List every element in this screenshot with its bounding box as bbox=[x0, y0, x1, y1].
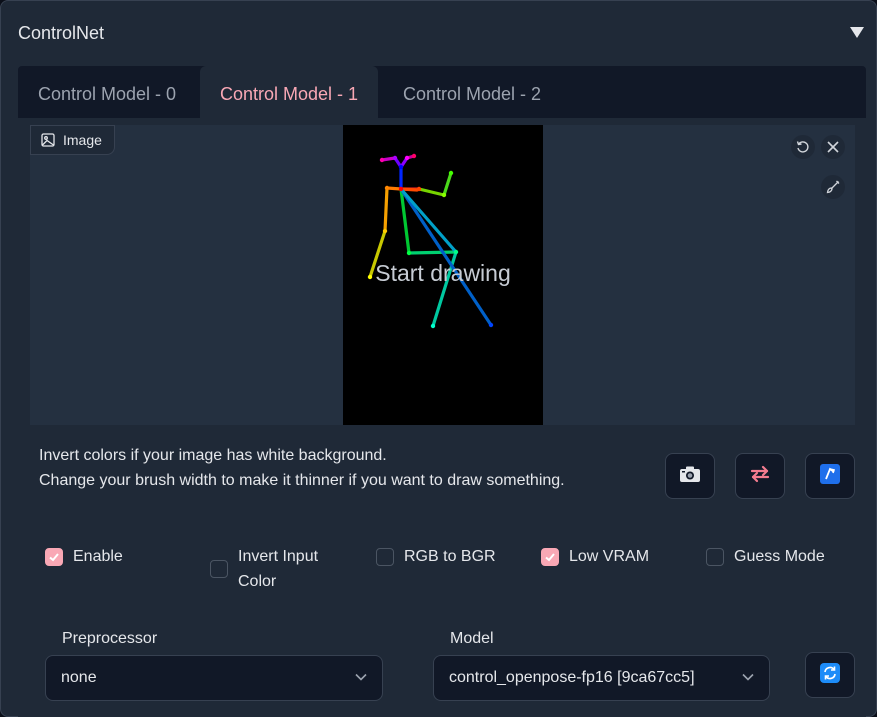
checkbox-checked-icon[interactable] bbox=[541, 548, 559, 566]
help-text: Invert colors if your image has white ba… bbox=[39, 443, 565, 493]
swap-arrows-icon bbox=[750, 465, 770, 488]
tab-content: Image Start drawing Invert colors if you… bbox=[18, 118, 866, 717]
enable-checkbox[interactable]: Enable bbox=[45, 546, 123, 569]
chevron-down-icon bbox=[354, 669, 368, 687]
tab-bar: Control Model - 0 Control Model - 1 Cont… bbox=[18, 66, 866, 118]
rgb-to-bgr-checkbox[interactable]: RGB to BGR bbox=[376, 546, 496, 569]
send-dimensions-icon bbox=[820, 463, 840, 489]
invert-input-color-checkbox[interactable]: Invert Input Color bbox=[210, 546, 350, 594]
tab-control-model-0[interactable]: Control Model - 0 bbox=[18, 66, 196, 118]
controlnet-body: Control Model - 0 Control Model - 1 Cont… bbox=[18, 66, 866, 717]
chevron-down-icon bbox=[741, 669, 755, 687]
invert-input-color-label: Invert Input Color bbox=[238, 548, 319, 590]
help-line-2: Change your brush width to make it thinn… bbox=[39, 472, 565, 489]
preprocessor-label: Preprocessor bbox=[62, 630, 158, 647]
checkbox-unchecked-icon[interactable] bbox=[210, 560, 228, 578]
checkbox-unchecked-icon[interactable] bbox=[706, 548, 724, 566]
refresh-icon bbox=[820, 662, 840, 688]
guess-mode-label: Guess Mode bbox=[734, 548, 825, 565]
preprocessor-value: none bbox=[61, 669, 97, 686]
options-row: Enable Invert Input Color RGB to BGR Low… bbox=[18, 546, 866, 606]
image-badge-label: Image bbox=[63, 132, 102, 148]
checkbox-checked-icon[interactable] bbox=[45, 548, 63, 566]
accordion-title[interactable]: ControlNet bbox=[18, 23, 104, 44]
sketch-canvas[interactable]: Start drawing bbox=[343, 125, 543, 425]
tab-control-model-1[interactable]: Control Model - 1 bbox=[200, 66, 379, 118]
camera-icon bbox=[679, 465, 701, 488]
close-icon[interactable] bbox=[821, 135, 845, 159]
model-dropdown[interactable]: control_openpose-fp16 [9ca67cc5] bbox=[433, 655, 770, 701]
webcam-button[interactable] bbox=[665, 453, 715, 499]
refresh-models-button[interactable] bbox=[805, 652, 855, 698]
low-vram-checkbox[interactable]: Low VRAM bbox=[541, 546, 649, 569]
collapse-triangle-icon[interactable] bbox=[850, 25, 864, 39]
model-value: control_openpose-fp16 [9ca67cc5] bbox=[449, 669, 695, 686]
undo-icon[interactable] bbox=[791, 135, 815, 159]
guess-mode-checkbox[interactable]: Guess Mode bbox=[706, 546, 825, 569]
mirror-webcam-button[interactable] bbox=[735, 453, 785, 499]
low-vram-label: Low VRAM bbox=[569, 548, 650, 565]
preprocessor-dropdown[interactable]: none bbox=[45, 655, 383, 701]
controlnet-panel: ControlNet Control Model - 0 Control Mod… bbox=[0, 0, 877, 717]
checkbox-unchecked-icon[interactable] bbox=[376, 548, 394, 566]
image-input-area[interactable]: Image Start drawing bbox=[30, 125, 855, 425]
brush-icon[interactable] bbox=[821, 175, 845, 199]
image-badge: Image bbox=[30, 125, 115, 155]
image-icon bbox=[41, 133, 55, 147]
model-label: Model bbox=[450, 630, 494, 647]
enable-label: Enable bbox=[73, 548, 123, 565]
rgb-to-bgr-label: RGB to BGR bbox=[404, 548, 496, 565]
tab-control-model-2[interactable]: Control Model - 2 bbox=[383, 66, 561, 118]
help-line-1: Invert colors if your image has white ba… bbox=[39, 447, 387, 464]
openpose-skeleton bbox=[367, 153, 494, 329]
send-dimensions-button[interactable] bbox=[805, 453, 855, 499]
